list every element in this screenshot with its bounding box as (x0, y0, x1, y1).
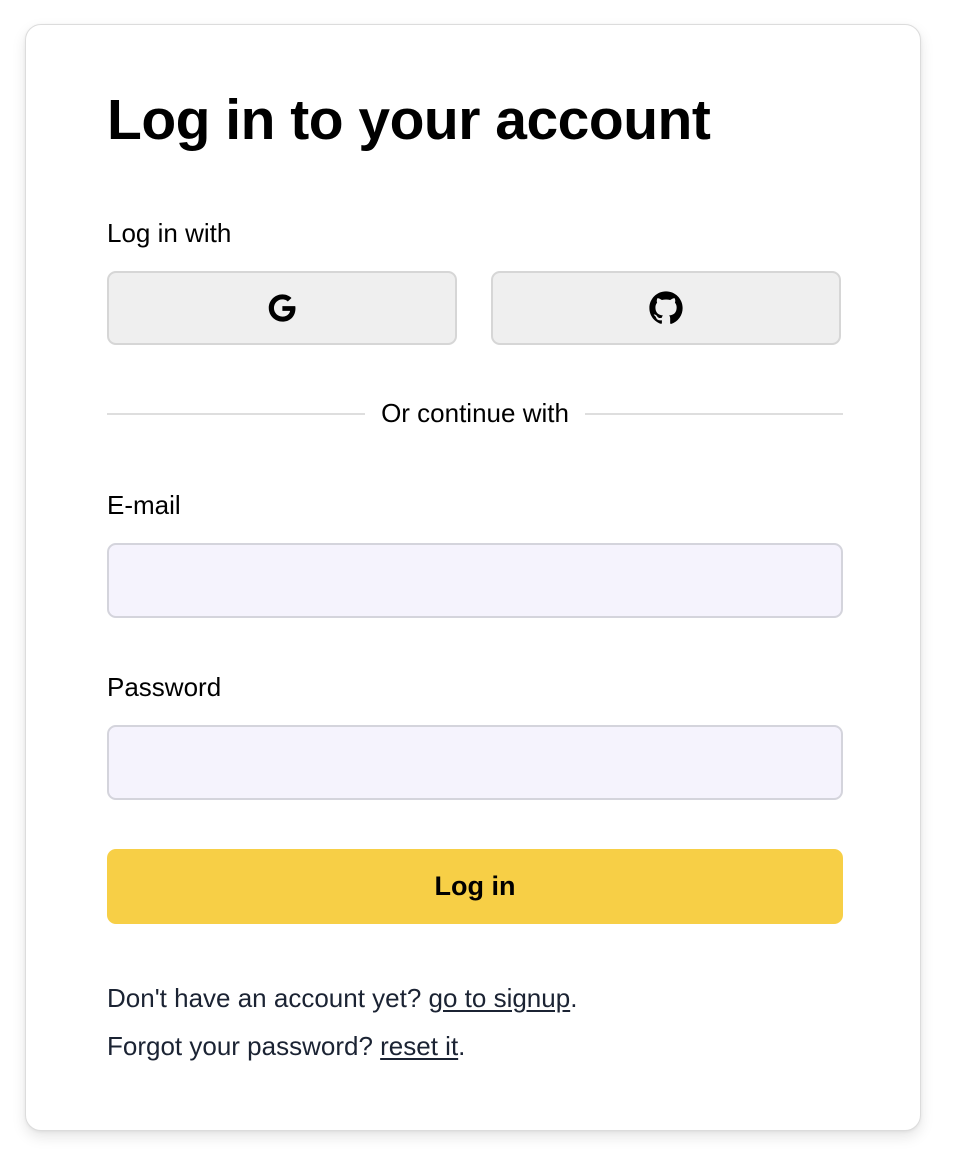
signup-prompt-text: Don't have an account yet? (107, 983, 429, 1013)
github-login-button[interactable] (491, 271, 841, 345)
divider: Or continue with (107, 398, 843, 429)
signup-prompt-suffix: . (570, 983, 578, 1013)
signup-link[interactable]: go to signup (429, 983, 571, 1013)
email-label: E-mail (107, 490, 181, 520)
password-field[interactable] (107, 725, 843, 800)
login-button[interactable]: Log in (107, 849, 843, 924)
reset-prompt: Forgot your password? reset it. (107, 1031, 465, 1062)
reset-password-link[interactable]: reset it (380, 1031, 458, 1061)
oauth-label: Log in with (107, 218, 232, 248)
google-icon (263, 289, 301, 327)
login-card: Log in to your account Log in with Or co… (25, 24, 921, 1131)
reset-prompt-text: Forgot your password? (107, 1031, 381, 1061)
google-login-button[interactable] (107, 271, 457, 345)
page-title: Log in to your account (107, 88, 711, 152)
reset-prompt-suffix: . (458, 1031, 466, 1061)
password-label: Password (107, 672, 222, 702)
signup-prompt: Don't have an account yet? go to signup. (107, 983, 577, 1014)
github-icon (647, 289, 685, 327)
divider-line-left (107, 412, 366, 415)
divider-line-right (584, 412, 843, 415)
divider-text: Or continue with (381, 398, 569, 428)
email-field[interactable] (107, 543, 843, 618)
